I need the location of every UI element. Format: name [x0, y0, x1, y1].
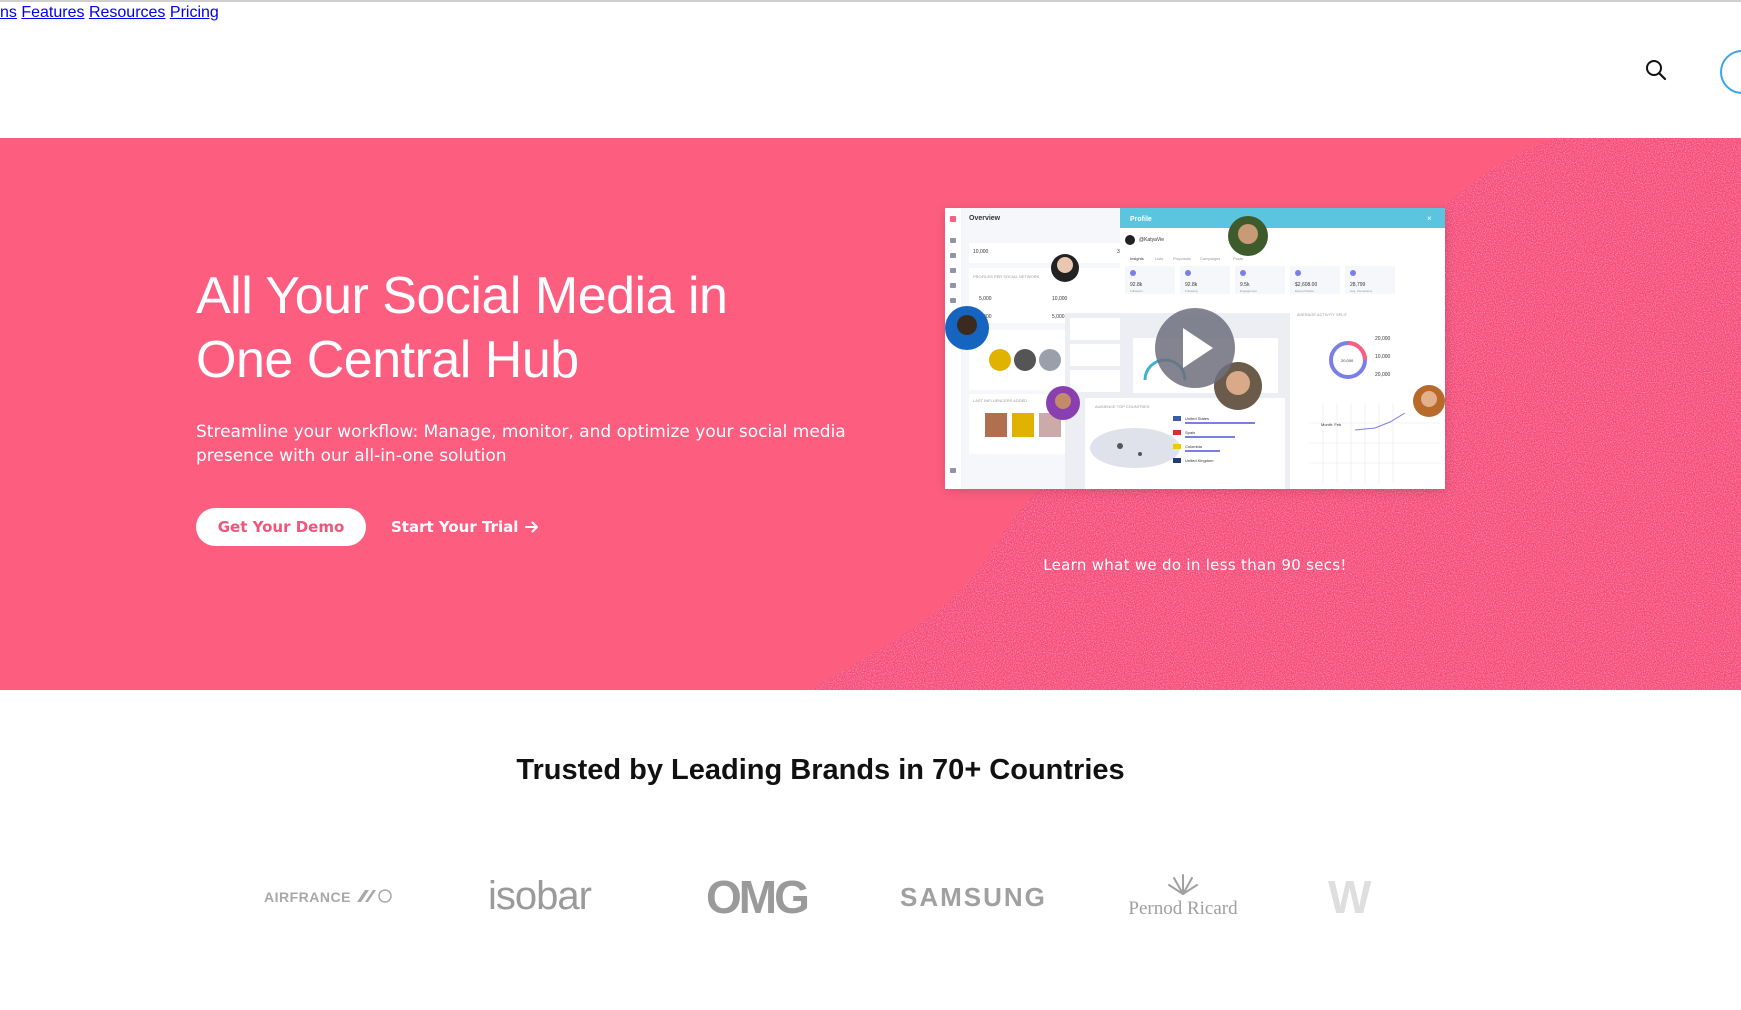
svg-text:Posts: Posts: [1233, 256, 1243, 261]
hero-title-line1: All Your Social Media in: [196, 267, 728, 325]
svg-text:28,799: 28,799: [1350, 282, 1366, 288]
account-circle-icon[interactable]: [1720, 50, 1741, 94]
svg-text:Proposals: Proposals: [1173, 256, 1191, 261]
svg-text:Insights: Insights: [1130, 256, 1144, 261]
svg-text:92.8k: 92.8k: [1130, 282, 1143, 288]
search-icon[interactable]: [1644, 58, 1668, 82]
svg-text:United Kingdom: United Kingdom: [1185, 458, 1214, 463]
svg-text:Lists: Lists: [1155, 256, 1163, 261]
nav-item-solutions[interactable]: ns: [0, 4, 17, 21]
svg-text:Avg. Interactions: Avg. Interactions: [1350, 289, 1373, 293]
svg-text:5,000: 5,000: [979, 296, 992, 302]
trusted-heading: Trusted by Leading Brands in 70+ Countri…: [516, 754, 1125, 786]
video-overview-title: Overview: [969, 215, 1001, 222]
svg-text:10,000: 10,000: [973, 249, 989, 255]
svg-text:$2,608.00: $2,608.00: [1295, 282, 1317, 288]
site-header: ns Features Resources Pricing: [0, 4, 1741, 138]
video-profile-title: Profile: [1130, 216, 1152, 223]
logo-samsung: SAMSUNG: [900, 882, 1047, 912]
hero-texture: [810, 138, 1741, 690]
svg-text:Following: Following: [1185, 289, 1198, 293]
logo-omg: OMG: [706, 871, 810, 923]
svg-text:10,000: 10,000: [1052, 296, 1068, 302]
video-caption: Learn what we do in less than 90 secs!: [1043, 556, 1347, 574]
video-thumbnail[interactable]: Overview 10,000 3,000 PROFILES PER SOCIA…: [945, 208, 1445, 489]
svg-text:×: ×: [1427, 214, 1432, 223]
get-demo-button[interactable]: Get Your Demo: [196, 508, 366, 546]
svg-text:LAST INFLUENCERS ADDED: LAST INFLUENCERS ADDED: [973, 398, 1027, 403]
nav-item-pricing[interactable]: Pricing: [170, 4, 219, 21]
brand-logos: AIRFRANCE isobar OMG SAMSUNG Pernod Rica…: [0, 860, 1741, 940]
svg-text:20,000: 20,000: [1375, 336, 1391, 342]
svg-text:10,000: 10,000: [1375, 354, 1391, 360]
svg-text:Month: Feb: Month: Feb: [1321, 422, 1342, 427]
svg-text:92.8k: 92.8k: [1185, 282, 1198, 288]
svg-text:AVERAGE ACTIVITY SPLIT: AVERAGE ACTIVITY SPLIT: [1297, 312, 1348, 317]
svg-text:Colombia: Colombia: [1185, 444, 1203, 449]
svg-text:PROFILES PER SOCIAL NETWORK: PROFILES PER SOCIAL NETWORK: [973, 274, 1040, 279]
svg-text:20,000: 20,000: [1341, 358, 1354, 363]
play-icon[interactable]: [1155, 308, 1235, 388]
logo-isobar: isobar: [488, 874, 592, 918]
hero-title-line2: One Central Hub: [196, 331, 579, 389]
nav-item-features[interactable]: Features: [21, 4, 84, 21]
arrow-right-icon: [525, 521, 539, 533]
logo-airfrance: AIRFRANCE: [264, 888, 393, 905]
svg-text:Earned Media: Earned Media: [1295, 289, 1314, 293]
svg-text:9.5k: 9.5k: [1240, 282, 1250, 288]
svg-text:United States: United States: [1185, 416, 1209, 421]
start-trial-button[interactable]: Start Your Trial: [391, 508, 540, 546]
logo-w: W: [1328, 871, 1372, 923]
svg-text:5,000: 5,000: [1052, 314, 1065, 320]
start-trial-label: Start Your Trial: [391, 518, 519, 536]
svg-text:AUDIENCE TOP COUNTRIES: AUDIENCE TOP COUNTRIES: [1095, 404, 1150, 409]
logo-pernod-ricard: Pernod Ricard: [1118, 872, 1248, 920]
svg-text:Engagement: Engagement: [1240, 289, 1257, 293]
hero-title: All Your Social Media in One Central Hub: [196, 264, 836, 392]
main-nav: ns Features Resources Pricing: [0, 4, 1741, 22]
svg-text:Spain: Spain: [1185, 430, 1195, 435]
nav-item-resources[interactable]: Resources: [89, 4, 165, 21]
hero-subtitle: Streamline your workflow: Manage, monito…: [196, 422, 846, 466]
svg-text:Campaigns: Campaigns: [1200, 256, 1220, 261]
hero-section: All Your Social Media in One Central Hub…: [0, 138, 1741, 690]
svg-text:Followers: Followers: [1130, 289, 1143, 293]
svg-text:@KatyaVie: @KatyaVie: [1139, 237, 1164, 243]
pernod-ricard-emblem: [1168, 874, 1198, 895]
svg-text:20,000: 20,000: [1375, 372, 1391, 378]
